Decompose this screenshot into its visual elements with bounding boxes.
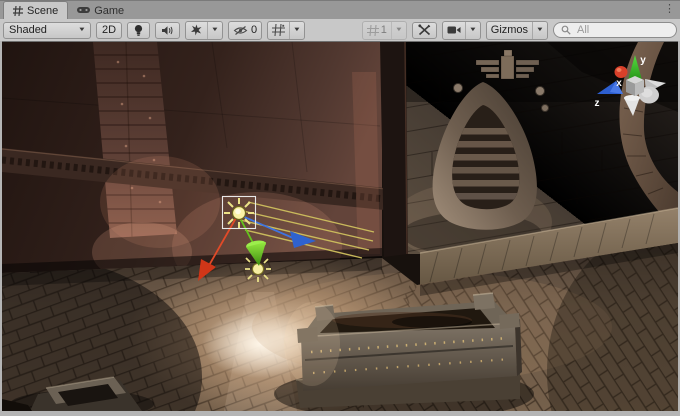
axis-y-label: y — [640, 55, 646, 66]
wall-knob — [536, 87, 545, 96]
gizmos-dropdown[interactable]: ▼ — [532, 22, 547, 39]
scene-lighting-button[interactable] — [127, 22, 150, 39]
chevron-down-icon: ▼ — [469, 27, 477, 33]
chevron-down-icon: ▼ — [395, 27, 403, 33]
grid-snap-button[interactable]: 1 — [363, 22, 391, 39]
scene-grid-icon — [13, 6, 23, 16]
effects-button[interactable] — [186, 22, 207, 39]
scene-view-window: Scene Game ⋮ Shaded ▼ 2D — [0, 0, 680, 416]
camera-dropdown[interactable]: ▼ — [465, 22, 480, 39]
wall-knob — [542, 105, 549, 112]
scene-audio-button[interactable] — [155, 22, 180, 39]
grid-axes-icon — [272, 24, 285, 36]
tools-icon — [418, 24, 431, 36]
wall-knob — [454, 84, 463, 93]
chevron-down-icon: ▼ — [211, 27, 219, 33]
camera-settings-group: ▼ — [442, 21, 481, 40]
search-input[interactable] — [575, 23, 669, 37]
grid-snap-value: 1 — [381, 24, 387, 36]
corner-pillar — [380, 42, 408, 257]
sun-light-icon[interactable] — [224, 198, 254, 228]
camera-button[interactable] — [443, 22, 465, 39]
hidden-count: 0 — [251, 24, 257, 36]
speaker-icon — [161, 25, 174, 36]
chevron-down-icon: ▼ — [78, 27, 86, 33]
effects-star-icon — [190, 24, 203, 36]
chevron-down-icon: ▼ — [536, 27, 544, 33]
chevron-down-icon: ▼ — [293, 27, 301, 33]
hidden-objects-group[interactable]: 0 — [228, 21, 262, 40]
scene-canvas[interactable]: y x z — [2, 42, 678, 411]
tab-game-label: Game — [94, 5, 124, 17]
grid-snap-group: 1 ▼ — [362, 21, 407, 40]
effects-group: ▼ — [185, 21, 223, 40]
gizmo-cube[interactable] — [626, 76, 644, 96]
eye-hidden-icon — [233, 25, 248, 36]
scene-viewport-frame: y x z — [2, 41, 678, 411]
axis-z-label: z — [595, 98, 600, 109]
gizmos-label: Gizmos — [491, 24, 528, 36]
scene-toolbar: Shaded ▼ 2D ▼ — [0, 19, 680, 41]
grid-visibility-group: ▼ — [267, 21, 305, 40]
draw-mode-dropdown[interactable]: Shaded ▼ — [3, 22, 91, 39]
draw-mode-label: Shaded — [9, 24, 47, 36]
grid-visibility-dropdown[interactable]: ▼ — [289, 22, 304, 39]
tab-scene[interactable]: Scene — [3, 1, 68, 19]
light-bulb-icon — [133, 24, 144, 37]
tab-game[interactable]: Game — [68, 2, 133, 19]
axis-x-cone[interactable] — [615, 66, 628, 78]
tab-bar: Scene Game ⋮ — [0, 1, 680, 19]
axis-x-label: x — [616, 78, 622, 89]
grid-snap-icon — [367, 25, 379, 36]
grid-snap-dropdown[interactable]: ▼ — [391, 22, 406, 39]
gamepad-icon — [77, 6, 90, 15]
tab-menu-kebab-icon[interactable]: ⋮ — [664, 2, 675, 17]
search-icon — [561, 25, 571, 35]
component-tools-button[interactable] — [412, 22, 437, 39]
gizmos-group: Gizmos ▼ — [486, 21, 548, 40]
effects-dropdown[interactable]: ▼ — [207, 22, 222, 39]
scene-search-field[interactable] — [553, 22, 677, 38]
tab-scene-label: Scene — [27, 5, 58, 17]
stone-trough[interactable] — [274, 293, 534, 411]
gizmos-button[interactable]: Gizmos — [487, 22, 532, 39]
toggle-2d-button[interactable]: 2D — [96, 22, 122, 39]
camera-icon — [447, 25, 461, 35]
grid-visibility-button[interactable] — [268, 22, 289, 39]
